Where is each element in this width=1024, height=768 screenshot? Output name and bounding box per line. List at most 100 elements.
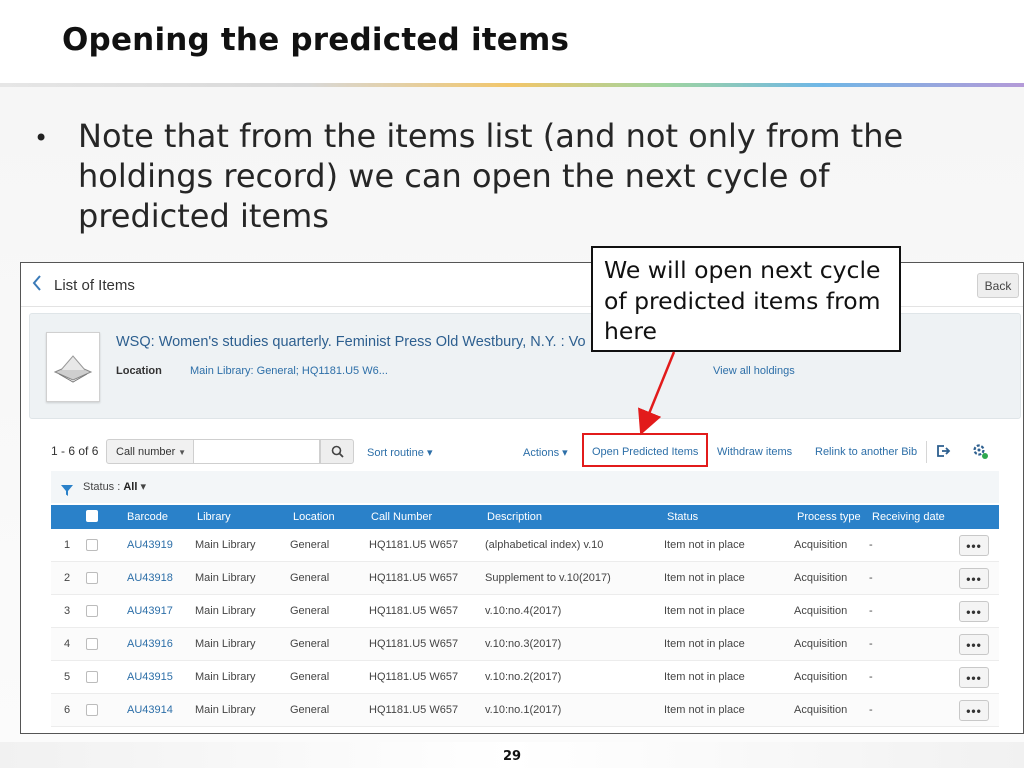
row-checkbox[interactable] [86, 638, 98, 650]
filter-bar: Status : All ▾ [51, 471, 999, 503]
status-filter-value: All [123, 481, 138, 493]
table-row[interactable]: 2 AU43918 Main Library General HQ1181.U5 W65… [51, 562, 999, 595]
row-actions-button[interactable]: ••• [959, 535, 989, 556]
column-header[interactable]: Process type [797, 511, 861, 523]
status-cell: Item not in place [664, 539, 745, 551]
caret-down-icon: ▾ [426, 447, 433, 459]
receiving-date-cell: - [869, 638, 873, 650]
view-holdings-link[interactable]: View all holdings [713, 365, 795, 377]
withdraw-items-button[interactable]: Withdraw items [717, 446, 792, 458]
list-title: List of Items [54, 277, 135, 294]
receiving-date-cell: - [869, 671, 873, 683]
location-cell: General [290, 539, 330, 551]
location-cell: General [290, 605, 330, 617]
table-header: Barcode Library Location Call Number Descrip… [51, 505, 999, 529]
column-header[interactable]: Library [197, 511, 231, 523]
library-cell: Main Library [195, 605, 256, 617]
chevron-left-icon[interactable] [31, 274, 43, 297]
column-header[interactable]: Receiving date [872, 511, 945, 523]
sort-label: Sort routine [367, 447, 424, 459]
receiving-date-cell: - [869, 572, 873, 584]
process-type-cell: Acquisition [794, 704, 848, 716]
status-cell: Item not in place [664, 638, 745, 650]
row-actions-button[interactable]: ••• [959, 568, 989, 589]
barcode-link[interactable]: AU43917 [127, 605, 173, 617]
location-cell: General [290, 704, 330, 716]
barcode-link[interactable]: AU43916 [127, 638, 173, 650]
description-cell: (alphabetical index) v.10 [485, 539, 604, 551]
location-cell: General [290, 638, 330, 650]
status-filter[interactable]: Status : All ▾ [83, 480, 146, 493]
location-label: Location [116, 365, 162, 377]
table-row[interactable]: 3 AU43917 Main Library General HQ1181.U5 W65… [51, 595, 999, 628]
row-number: 2 [64, 572, 71, 584]
export-icon[interactable] [935, 443, 951, 462]
library-cell: Main Library [195, 704, 256, 716]
column-header[interactable]: Barcode [127, 511, 168, 523]
process-type-cell: Acquisition [794, 671, 848, 683]
row-actions-button[interactable]: ••• [959, 700, 989, 721]
actions-dropdown[interactable]: Actions ▾ [523, 446, 568, 459]
back-button[interactable]: Back [977, 273, 1019, 298]
slide-title: Opening the predicted items [62, 22, 570, 58]
barcode-link[interactable]: AU43914 [127, 704, 173, 716]
relink-bib-button[interactable]: Relink to another Bib [815, 446, 917, 458]
row-checkbox[interactable] [86, 704, 98, 716]
barcode-link[interactable]: AU43919 [127, 539, 173, 551]
row-checkbox[interactable] [86, 572, 98, 584]
status-cell: Item not in place [664, 605, 745, 617]
search-scope-dropdown[interactable]: Call number ▼ [106, 439, 194, 464]
column-header[interactable]: Call Number [371, 511, 432, 523]
call-number-cell: HQ1181.U5 W657 [369, 605, 459, 617]
column-header[interactable]: Status [667, 511, 698, 523]
table-row[interactable]: 6 AU43914 Main Library General HQ1181.U5 W65… [51, 694, 999, 727]
description-cell: v.10:no.2(2017) [485, 671, 562, 683]
search-button[interactable] [320, 439, 354, 464]
receiving-date-cell: - [869, 539, 873, 551]
row-number: 5 [64, 671, 71, 683]
location-cell: General [290, 572, 330, 584]
filter-icon[interactable] [61, 481, 73, 500]
location-value[interactable]: Main Library: General; HQ1181.U5 W6... [190, 365, 388, 377]
search-input[interactable] [194, 439, 320, 464]
row-checkbox[interactable] [86, 671, 98, 683]
row-actions-button[interactable]: ••• [959, 634, 989, 655]
row-number: 6 [64, 704, 71, 716]
location-cell: General [290, 671, 330, 683]
column-header[interactable]: Location [293, 511, 335, 523]
description-cell: v.10:no.1(2017) [485, 704, 562, 716]
callout-box: We will open next cycle of predicted ite… [591, 246, 901, 352]
description-cell: v.10:no.4(2017) [485, 605, 562, 617]
call-number-cell: HQ1181.U5 W657 [369, 671, 459, 683]
row-actions-button[interactable]: ••• [959, 601, 989, 622]
column-header[interactable]: Description [487, 511, 542, 523]
row-actions-button[interactable]: ••• [959, 667, 989, 688]
book-thumbnail [46, 332, 100, 402]
table-row[interactable]: 4 AU43916 Main Library General HQ1181.U5 W65… [51, 628, 999, 661]
call-number-cell: HQ1181.U5 W657 [369, 638, 459, 650]
page-number: 29 [502, 749, 522, 764]
row-checkbox[interactable] [86, 605, 98, 617]
row-number: 3 [64, 605, 71, 617]
library-cell: Main Library [195, 671, 256, 683]
library-cell: Main Library [195, 638, 256, 650]
select-all-checkbox[interactable] [86, 510, 98, 522]
row-number: 1 [64, 539, 71, 551]
barcode-link[interactable]: AU43915 [127, 671, 173, 683]
table-row[interactable]: 5 AU43915 Main Library General HQ1181.U5 W65… [51, 661, 999, 694]
row-checkbox[interactable] [86, 539, 98, 551]
description-cell: v.10:no.3(2017) [485, 638, 562, 650]
open-predicted-items-button[interactable]: Open Predicted Items [592, 446, 698, 458]
sort-dropdown[interactable]: Sort routine ▾ [367, 446, 432, 459]
footer: 29 [0, 742, 1024, 768]
record-title[interactable]: WSQ: Women's studies quarterly. Feminist… [116, 334, 586, 350]
search-scope-label: Call number [116, 445, 176, 458]
status-cell: Item not in place [664, 671, 745, 683]
actions-label: Actions [523, 447, 560, 459]
process-type-cell: Acquisition [794, 605, 848, 617]
receiving-date-cell: - [869, 605, 873, 617]
table-row[interactable]: 1 AU43919 Main Library General HQ1181.U5 W65… [51, 529, 999, 562]
process-type-cell: Acquisition [794, 539, 848, 551]
barcode-link[interactable]: AU43918 [127, 572, 173, 584]
settings-icon[interactable] [971, 442, 989, 463]
